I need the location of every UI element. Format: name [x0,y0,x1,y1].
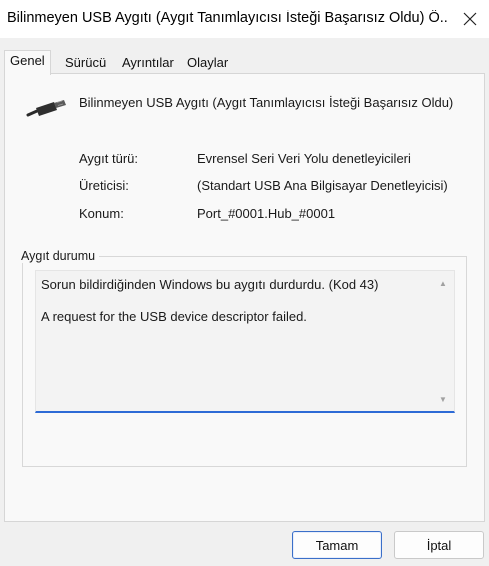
title-bar: Bilinmeyen USB Aygıtı (Aygıt Tanımlayıcı… [0,0,489,38]
device-status-legend: Aygıt durumu [17,249,100,263]
tab-strip: Genel Sürücü Ayrıntılar Olaylar [4,50,485,75]
usb-plug-icon [26,100,66,117]
manufacturer-value: (Standart USB Ana Bilgisayar Denetleyici… [197,178,448,193]
tab-surucu[interactable]: Sürücü [60,52,111,73]
close-icon [463,12,477,26]
status-message-line-1: Sorun bildirdiğinden Windows bu aygıtı d… [41,277,379,292]
scroll-down-arrow-icon[interactable]: ▼ [438,395,448,405]
cancel-button[interactable]: İptal [394,531,484,559]
window-title: Bilinmeyen USB Aygıtı (Aygıt Tanımlayıcı… [7,10,447,26]
device-name: Bilinmeyen USB Aygıtı (Aygıt Tanımlayıcı… [79,95,454,110]
manufacturer-label: Üreticisi: [79,178,129,193]
close-button[interactable] [457,6,483,32]
tab-genel[interactable]: Genel [4,50,51,75]
tab-ayrintilar[interactable]: Ayrıntılar [117,52,179,73]
general-panel: Bilinmeyen USB Aygıtı (Aygıt Tanımlayıcı… [4,73,485,522]
location-value: Port_#0001.Hub_#0001 [197,206,336,221]
tab-olaylar[interactable]: Olaylar [182,52,233,73]
device-type-label: Aygıt türü: [79,151,139,166]
scroll-up-arrow-icon[interactable]: ▲ [438,279,448,289]
status-message-line-2: A request for the USB device descriptor … [41,309,307,324]
ok-button[interactable]: Tamam [292,531,382,559]
device-status-textbox[interactable]: Sorun bildirdiğinden Windows bu aygıtı d… [35,270,455,413]
device-type-value: Evrensel Seri Veri Yolu denetleyicileri [197,151,411,166]
location-label: Konum: [79,206,124,221]
